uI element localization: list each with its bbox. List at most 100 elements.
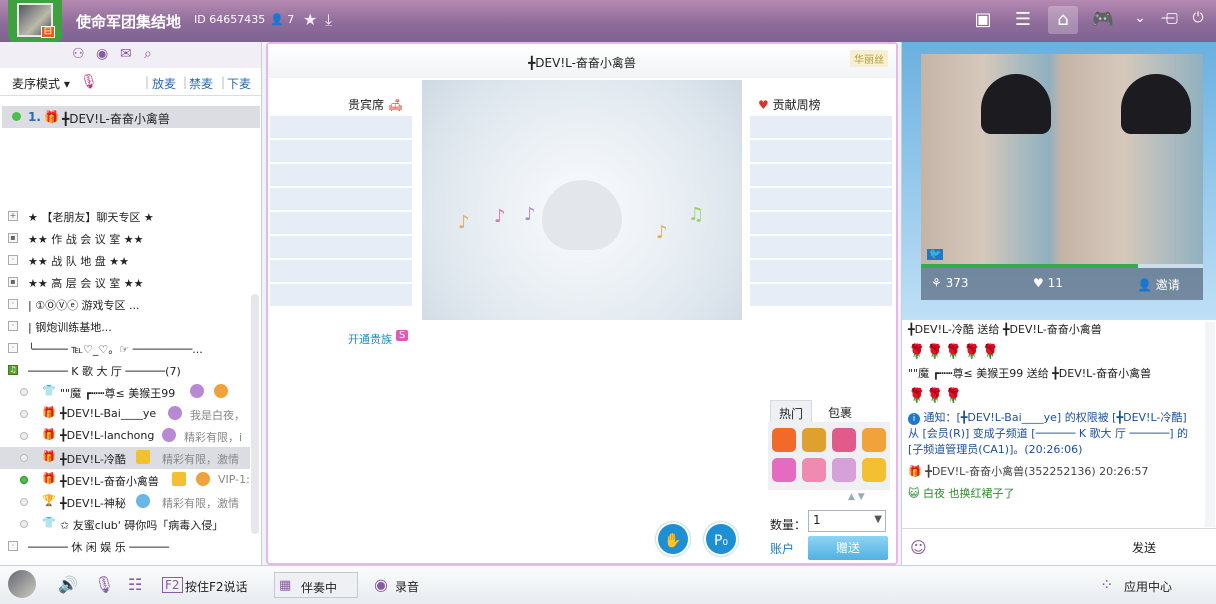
crown-icon — [172, 472, 186, 486]
message-icon[interactable]: ✉ — [120, 46, 132, 62]
contacts-icon[interactable]: ▣ — [968, 6, 998, 34]
gift-item-icon[interactable] — [862, 428, 886, 452]
title-bar: ⊟ 使命军团集结地 ID 64657435 👤 7 ★ ⤓ ▣ ☰ ⌂ 🎮 ⌄ … — [0, 0, 1216, 42]
channel-item[interactable]: ▪ ★★ 高 层 会 议 室 ★★ — [0, 271, 250, 293]
coin-badge-icon — [214, 384, 228, 398]
emoji-icon[interactable]: ☺ — [910, 538, 927, 557]
down-mic-link[interactable]: 下麦 — [227, 75, 251, 92]
channel-item[interactable]: + ★ 【老朋友】聊天专区 ★ — [0, 205, 250, 227]
chat-scrollbar[interactable] — [1205, 322, 1215, 527]
record-icon[interactable]: ◉ — [374, 575, 388, 594]
members-icon[interactable]: ⚇ — [72, 46, 85, 62]
gift-item-icon[interactable] — [772, 458, 796, 482]
mic-mode-select[interactable]: 麦序模式 ▾ — [12, 75, 70, 92]
download-icon[interactable]: ⤓ — [325, 10, 332, 30]
mixer-icon[interactable]: ☷ — [128, 575, 142, 594]
account-link[interactable]: 账户 — [770, 540, 794, 557]
gift-grid — [768, 422, 890, 490]
like-count[interactable]: ♥ 11 — [1033, 276, 1063, 290]
gift-tag: 华丽丝 — [850, 50, 888, 67]
mic-mode-bar: 麦序模式 ▾ 🎙 | 放麦 | 禁麦 | 下麦 — [0, 68, 261, 96]
chat-message: 😺 白夜 也换红裙子了 — [908, 487, 1015, 500]
app-center-button[interactable]: 应用中心 — [1124, 578, 1172, 595]
quantity-label: 数量： — [770, 518, 807, 532]
tab-hot[interactable]: 热门 — [770, 400, 813, 422]
minus-icon: ⊟ — [41, 26, 55, 38]
push-to-talk-label[interactable]: 按住F2说话 — [185, 578, 248, 595]
user-icon: 👤 — [270, 13, 284, 26]
page-arrows-icon[interactable]: ▲ ▼ — [848, 492, 865, 502]
stage-video-area: ♪ ♪ ♪ ♪ ♫ — [422, 80, 742, 320]
channel-item[interactable]: · ────── 休 闲 娱 乐 ────── — [0, 535, 250, 557]
room-avatar[interactable]: ⊟ — [8, 0, 62, 42]
channel-item[interactable]: · ★★ 战 队 地 盘 ★★ — [0, 249, 250, 271]
sofa-icon: 🛋 — [387, 98, 404, 112]
user-item[interactable]: 👕 ""魔 ┏┅┅尊≤ 美猴王99 — [0, 381, 250, 403]
current-singer: ╋DEV!L-奋奋小禽兽 — [528, 56, 636, 70]
settings-chevron-icon[interactable]: ⌄ — [1130, 10, 1150, 26]
self-avatar[interactable] — [8, 570, 36, 598]
quantity-select[interactable]: 1 ▼ — [808, 510, 886, 532]
gamepad-icon[interactable]: 🎮 — [1088, 6, 1118, 34]
mic-queue-item[interactable]: 1. 🎁 ╋DEV!L-奋奋小禽兽 — [2, 106, 260, 128]
list-icon[interactable]: ☰ — [1008, 6, 1038, 34]
put-mic-link[interactable]: 放麦 — [152, 75, 176, 92]
gift-item-icon[interactable] — [832, 428, 856, 452]
give-button[interactable]: 赠送 — [808, 536, 888, 560]
accompaniment-button[interactable]: ▦ 伴奏中 — [274, 572, 358, 598]
user-item[interactable]: 🎁 ╋DEV!L-lanchong 精彩有限，i — [0, 425, 250, 447]
speaker-icon[interactable]: 🔊 — [58, 575, 78, 594]
user-item[interactable]: 🎁 ╋DEV!L-Bai____ye 我是白夜， — [0, 403, 250, 425]
channel-item[interactable]: · | 钢炮训练基地... — [0, 315, 250, 337]
ban-mic-link[interactable]: 禁麦 — [189, 75, 213, 92]
vip-seat-list — [270, 116, 412, 308]
tab-package[interactable]: 包裹 — [820, 400, 860, 422]
gift-icon: 🎁 — [42, 428, 56, 441]
gift-icon: 🎁 — [908, 465, 922, 478]
channel-item[interactable]: · ╰───── ℡♡_♡。☞ ─────────... — [0, 337, 250, 359]
user-item-selected[interactable]: 🎁 ╋DEV!L-冷酷 精彩有限，激情 — [0, 447, 250, 469]
user-item[interactable]: 🏆 ╋DEV!L-神秘 精彩有限，激情 — [0, 491, 250, 513]
record-button[interactable]: 录音 — [395, 578, 419, 595]
gift-panel: 热门 包裹 ▲ ▼ 数量： 1 ▼ 账户 赠送 — [768, 400, 892, 560]
user-item[interactable]: 🎁 ╋DEV!L-奋奋小禽兽 VIP-1: — [0, 469, 250, 491]
flower-icon: ⚘ — [931, 276, 942, 290]
channel-scrollbar[interactable] — [251, 294, 259, 534]
gift-item-icon[interactable] — [802, 458, 826, 482]
power-close-icon[interactable]: ⏻ — [1188, 10, 1208, 26]
restore-icon[interactable]: ▢ — [1162, 10, 1182, 26]
home-icon[interactable]: ⌂ — [1048, 6, 1078, 34]
apps-grid-icon[interactable]: ⁘ — [1100, 575, 1113, 594]
stage-panel: ╋DEV!L-奋奋小禽兽 华丽丝 贵宾席 🛋 ♥ 贡献周榜 ♪ ♪ ♪ ♪ ♫ … — [266, 42, 898, 565]
location-pin-icon[interactable]: ◉ — [96, 46, 108, 62]
gift-item-icon[interactable] — [802, 428, 826, 452]
video-panel: 🐦 ⚘ 373 ♥ 11 👤 邀请 — [902, 42, 1216, 320]
parking-p-button[interactable]: P₀ — [704, 522, 738, 556]
open-vip-link[interactable]: 开通贵族 — [348, 331, 392, 347]
channel-item-ktv[interactable]: ♫ ────── K 歌 大 厅 ──────(7) — [0, 359, 250, 381]
flower-count[interactable]: ⚘ 373 — [931, 276, 969, 290]
gift-item-icon[interactable] — [772, 428, 796, 452]
channel-item[interactable]: · | ①ⓄⓋⓔ 游戏专区 ... — [0, 293, 250, 315]
gift-item-icon[interactable] — [832, 458, 856, 482]
gift-item-icon[interactable] — [862, 458, 886, 482]
gift-icon: 🎁 — [42, 472, 56, 485]
channel-panel: ⚇ ◉ ✉ ⌕ 麦序模式 ▾ 🎙 | 放麦 | 禁麦 | 下麦 1. 🎁 ╋DE… — [0, 42, 262, 565]
vip-s-badge: S — [396, 330, 409, 341]
f2-key-icon: F2 — [162, 577, 183, 593]
vip-seat-label[interactable]: 贵宾席 🛋 — [348, 96, 403, 113]
search-icon[interactable]: ⌕ — [144, 46, 152, 62]
chat-input[interactable]: ☺ 发送 — [902, 528, 1216, 565]
mic-off-icon[interactable]: 🎙 — [80, 74, 98, 90]
invite-button[interactable]: 👤 邀请 — [1137, 276, 1180, 293]
contribution-label[interactable]: ♥ 贡献周榜 — [758, 96, 821, 113]
microphone-icon[interactable]: 🎙 — [94, 575, 114, 594]
applaud-hand-icon[interactable]: ✋ — [656, 522, 690, 556]
send-button[interactable]: 发送 — [1132, 539, 1156, 556]
contribution-list — [750, 116, 892, 308]
channel-item[interactable]: ▪ ★★ 作 战 会 议 室 ★★ — [0, 227, 250, 249]
user-item[interactable]: 👕 ✩ 友蜜club' 碍你吗「病毒入侵」 — [0, 513, 250, 535]
favorite-star-icon[interactable]: ★ — [303, 10, 317, 29]
mic-badge-icon — [168, 406, 182, 420]
info-icon: i — [908, 413, 920, 425]
